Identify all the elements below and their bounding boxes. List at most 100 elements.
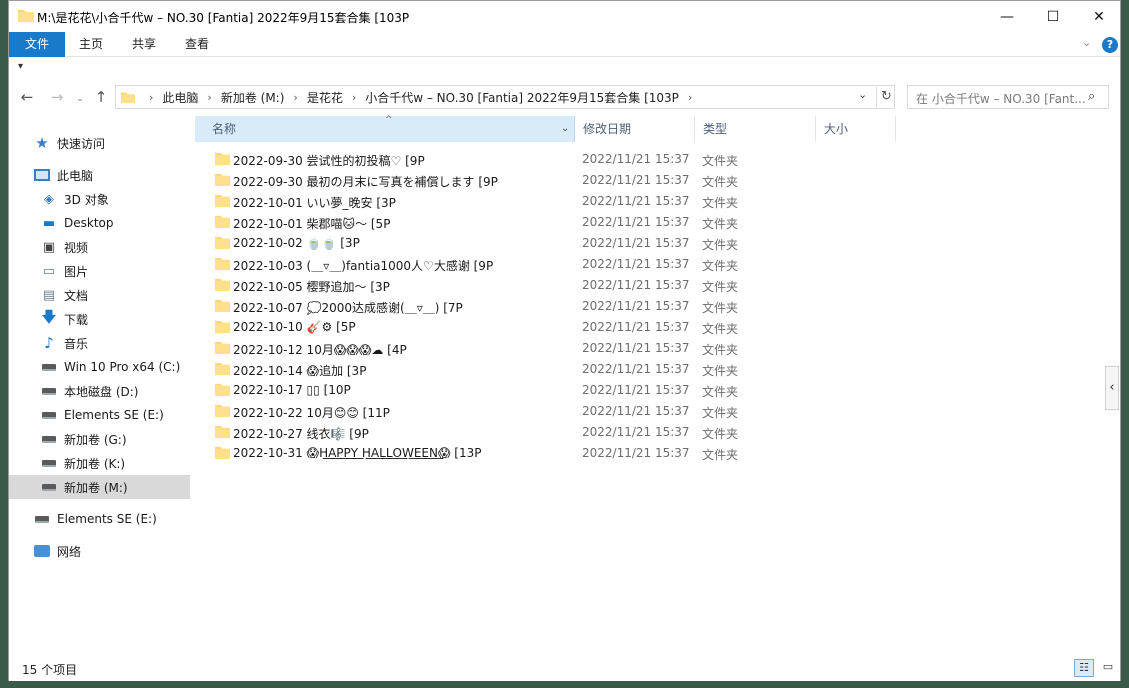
breadcrumb-item[interactable]: 新加卷 (M:) [221, 89, 285, 106]
file-date: 2022/11/21 15:37 [582, 173, 690, 187]
sidebar-item-downloads[interactable]: 🡇 下载 [9, 307, 190, 331]
folder-icon [215, 341, 230, 354]
file-date: 2022/11/21 15:37 [582, 341, 690, 355]
forward-button[interactable]: → [48, 88, 66, 106]
file-row[interactable]: 2022-10-02 🍵🍵 [3P 2022/11/21 15:37 文件夹 [195, 233, 895, 254]
sidebar-item-videos[interactable]: ▣ 视频 [9, 235, 190, 259]
network-icon [33, 543, 51, 559]
file-row[interactable]: 2022-10-01 柴郡喵🐱～ [5P 2022/11/21 15:37 文件… [195, 212, 895, 233]
column-header-type[interactable]: 类型 [695, 116, 816, 142]
sidebar-item-music[interactable]: ♪ 音乐 [9, 331, 190, 355]
minimize-button[interactable]: — [984, 1, 1030, 32]
file-type: 文件夹 [702, 280, 739, 294]
back-button[interactable]: ← [18, 88, 36, 106]
file-row[interactable]: 2022-10-05 樱野追加～ [3P 2022/11/21 15:37 文件… [195, 275, 895, 296]
sidebar-item-label: 3D 对象 [64, 192, 109, 207]
file-name: 2022-10-05 樱野追加～ [3P [233, 280, 390, 294]
chevron-down-icon[interactable]: ⌄ [1082, 36, 1091, 49]
sidebar-item-this-pc[interactable]: 此电脑 [9, 163, 190, 187]
column-header-name[interactable]: ^ 名称 ⌄ [195, 115, 575, 142]
sidebar-item-label: 下载 [64, 312, 89, 327]
file-row[interactable]: 2022-10-14 😱追加 [3P 2022/11/21 15:37 文件夹 [195, 359, 895, 380]
refresh-button[interactable]: ↻ [876, 87, 896, 107]
download-icon: 🡇 [41, 307, 57, 326]
breadcrumb-separator[interactable]: › [688, 91, 692, 104]
sidebar-item-drive-k[interactable]: 新加卷 (K:) [9, 451, 190, 475]
sidebar-item-drive-d[interactable]: 本地磁盘 (D:) [9, 379, 190, 403]
file-name: 2022-10-14 😱追加 [3P [233, 364, 367, 378]
column-filter-icon[interactable]: ⌄ [561, 116, 569, 142]
sidebar-item-3d-objects[interactable]: ◈ 3D 对象 [9, 187, 190, 211]
tab-file[interactable]: 文件 [9, 32, 65, 57]
sidebar-item-label: Win 10 Pro x64 (C:) [64, 360, 181, 374]
breadcrumb-separator[interactable]: › [352, 91, 356, 104]
sidebar-item-pictures[interactable]: ▭ 图片 [9, 259, 190, 283]
folder-icon [215, 404, 230, 417]
explorer-window: M:\是花花\小合千代w – NO.30 [Fantia] 2022年9月15套… [8, 0, 1121, 681]
sidebar-item-drive-e[interactable]: Elements SE (E:) [9, 403, 190, 427]
file-date: 2022/11/21 15:37 [582, 152, 690, 166]
file-row[interactable]: 2022-10-07 💭2000达成感谢(＿▿＿) [7P 2022/11/21… [195, 296, 895, 317]
file-row[interactable]: 2022-10-12 10月😱😱😱☁ [4P 2022/11/21 15:37 … [195, 338, 895, 359]
up-button[interactable]: ↑ [92, 88, 110, 106]
file-row[interactable]: 2022-09-30 尝试性的初投稿♡ [9P 2022/11/21 15:37… [195, 149, 895, 170]
breadcrumb-separator[interactable]: › [293, 91, 297, 104]
search-placeholder: 在 小合千代w – NO.30 [Fant... [916, 92, 1086, 106]
sidebar-item-desktop[interactable]: ▬ Desktop [9, 211, 190, 235]
sidebar-item-documents[interactable]: ▤ 文档 [9, 283, 190, 307]
drive-icon [40, 455, 58, 471]
folder-icon [215, 215, 230, 228]
folder-icon [215, 173, 230, 186]
file-row[interactable]: 2022-10-10 🎸⚙ [5P 2022/11/21 15:37 文件夹 [195, 317, 895, 338]
folder-icon [215, 152, 230, 165]
file-name: 2022-10-03 (＿▿＿)fantia1000人♡大感谢 [9P [233, 259, 494, 273]
sidebar-item-label: 音乐 [64, 336, 89, 351]
search-icon[interactable]: ⌕ [1088, 89, 1095, 104]
folder-icon [215, 299, 230, 312]
sidebar-item-elements-se[interactable]: Elements SE (E:) [9, 507, 190, 531]
search-input[interactable]: 在 小合千代w – NO.30 [Fant... ⌕ [907, 85, 1109, 109]
file-name: 2022-10-01 いい夢_晚安 [3P [233, 196, 396, 210]
breadcrumb-separator[interactable]: › [207, 91, 211, 104]
sidebar-item-label: 新加卷 (M:) [64, 480, 128, 495]
breadcrumb-item[interactable]: 是花花 [307, 89, 343, 106]
file-name: 2022-10-17 ▯▯ [10P [233, 383, 351, 397]
breadcrumb-item[interactable]: 小合千代w – NO.30 [Fantia] 2022年9月15套合集 [103… [365, 89, 679, 106]
sidebar-item-drive-g[interactable]: 新加卷 (G:) [9, 427, 190, 451]
file-row[interactable]: 2022-10-31 😱H͟A͟P͟P͟Y͟ H͟A͟L͟L͟O͟W͟E͟E͟N… [195, 443, 895, 464]
file-row[interactable]: 2022-10-01 いい夢_晚安 [3P 2022/11/21 15:37 文… [195, 191, 895, 212]
tab-home[interactable]: 主页 [71, 32, 111, 57]
tab-view[interactable]: 查看 [177, 32, 217, 57]
sidebar-item-network[interactable]: 网络 [9, 539, 190, 563]
column-header-size[interactable]: 大小 [816, 116, 896, 142]
close-button[interactable]: ✕ [1076, 1, 1122, 32]
recent-locations-button[interactable]: ⌄ [71, 90, 89, 108]
file-row[interactable]: 2022-10-03 (＿▿＿)fantia1000人♡大感谢 [9P 2022… [195, 254, 895, 275]
sidebar-item-drive-c[interactable]: Win 10 Pro x64 (C:) [9, 355, 190, 379]
address-dropdown-icon[interactable]: ⌄ [858, 88, 867, 101]
file-name: 2022-10-22 10月😊😊 [11P [233, 406, 390, 420]
details-view-button[interactable]: ☷ [1074, 659, 1094, 677]
sidebar-item-drive-m[interactable]: 新加卷 (M:) [9, 475, 190, 499]
large-icons-view-button[interactable]: ▭ [1098, 659, 1118, 677]
help-icon[interactable]: ? [1102, 37, 1118, 53]
file-row[interactable]: 2022-10-22 10月😊😊 [11P 2022/11/21 15:37 文… [195, 401, 895, 422]
drive-icon [40, 359, 58, 375]
column-header-date[interactable]: 修改日期 [575, 116, 695, 142]
breadcrumb-item[interactable]: 此电脑 [162, 89, 198, 106]
sidebar-item-quick-access[interactable]: ★ 快速访问 [9, 131, 190, 155]
file-type: 文件夹 [702, 217, 739, 231]
file-row[interactable]: 2022-10-27 线衣🎼 [9P 2022/11/21 15:37 文件夹 [195, 422, 895, 443]
maximize-button[interactable]: ☐ [1030, 1, 1076, 32]
preview-pane-toggle[interactable]: ‹ [1105, 366, 1119, 410]
file-date: 2022/11/21 15:37 [582, 215, 690, 229]
file-row[interactable]: 2022-10-17 ▯▯ [10P 2022/11/21 15:37 文件夹 [195, 380, 895, 401]
file-name: 2022-10-07 💭2000达成感谢(＿▿＿) [7P [233, 301, 463, 315]
customize-toolbar-icon[interactable]: ▾ [18, 61, 23, 72]
tab-share[interactable]: 共享 [124, 32, 164, 57]
address-bar[interactable]: › 此电脑 › 新加卷 (M:) › 是花花 › 小合千代w – NO.30 [… [115, 85, 895, 109]
folder-icon [215, 278, 230, 291]
file-row[interactable]: 2022-09-30 最初の月末に写真を補償します [9P 2022/11/21… [195, 170, 895, 191]
folder-icon [215, 257, 230, 270]
file-date: 2022/11/21 15:37 [582, 362, 690, 376]
